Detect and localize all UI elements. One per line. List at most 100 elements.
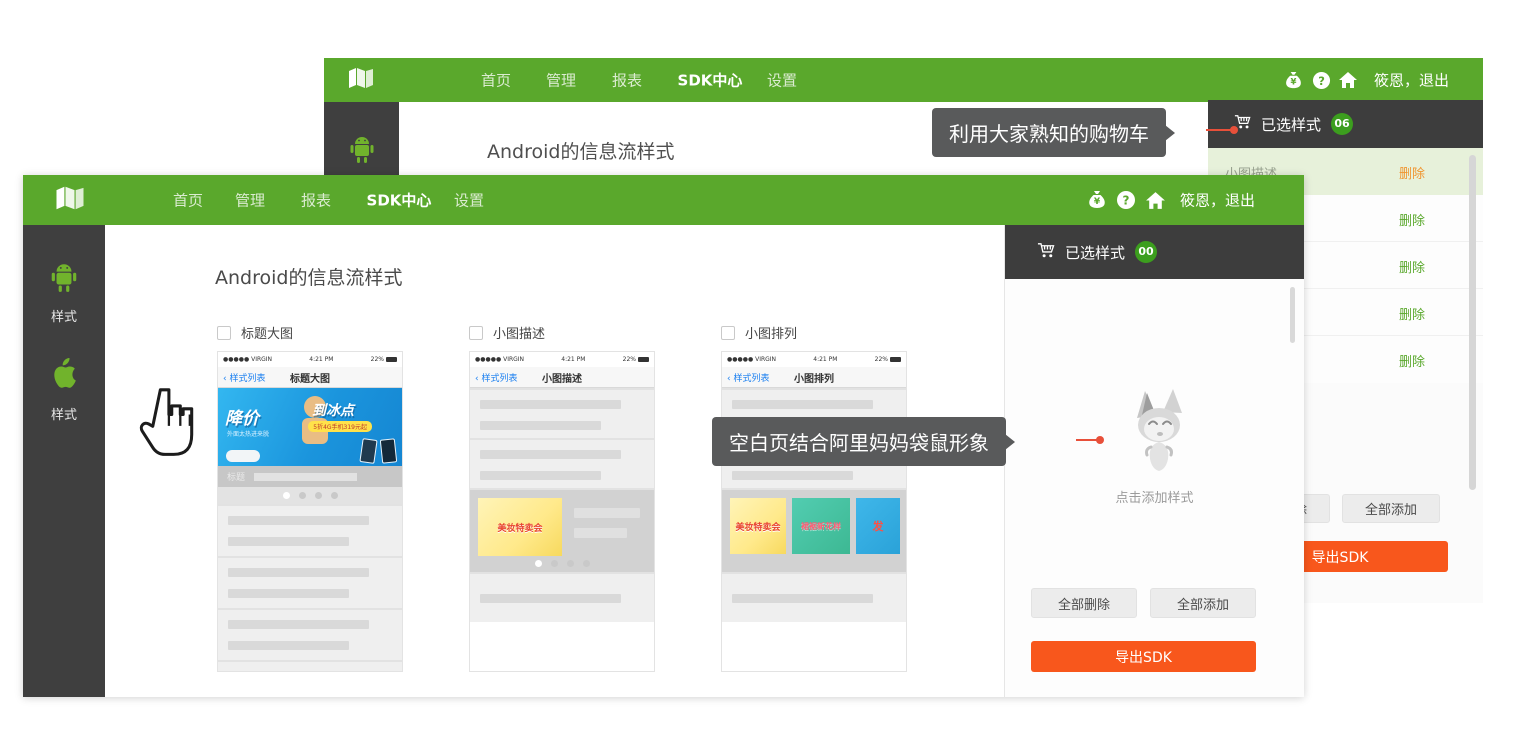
add-all-button[interactable]: 全部添加 xyxy=(1150,588,1256,618)
sidebar-item-android-styles[interactable]: 样式 xyxy=(23,261,105,325)
checkbox-smallimage-row[interactable] xyxy=(721,326,735,340)
money-bag-icon[interactable]: ¥ xyxy=(1282,69,1304,91)
app-logo-icon[interactable] xyxy=(53,185,87,216)
nav-home-tab[interactable]: 首页 xyxy=(481,70,511,91)
page-title: Android的信息流样式 xyxy=(215,263,402,290)
phone-statusbar: ●●●●● VIRGIN 4:21 PM 22% xyxy=(218,352,402,367)
dot xyxy=(283,492,290,499)
back-link[interactable]: ‹ 样式列表 xyxy=(727,371,770,384)
dot xyxy=(567,560,574,567)
placeholder-bar xyxy=(254,473,357,481)
svg-text:?: ? xyxy=(1123,194,1130,208)
placeholder-bar xyxy=(574,528,627,538)
style-checkbox-group: 小图排列 xyxy=(721,323,797,342)
feed-item-placeholder xyxy=(218,504,402,556)
empty-state: 点击添加样式 xyxy=(1005,387,1304,506)
nav-manage-tab[interactable]: 管理 xyxy=(546,70,576,91)
android-icon xyxy=(49,261,79,297)
annotation-cart-tooltip: 利用大家熟知的购物车 xyxy=(932,108,1166,157)
dot xyxy=(551,560,558,567)
back-panel-header: 已选样式 06 xyxy=(1208,100,1483,148)
banner-product xyxy=(380,438,397,463)
placeholder-bar xyxy=(228,516,369,525)
scrollbar[interactable] xyxy=(1290,287,1295,343)
promo-thumb-dress: 裙裾新花样 xyxy=(792,498,850,554)
banner-title-bar: 标题 xyxy=(218,466,402,487)
phone-navbar: ‹ 样式列表 小图描述 xyxy=(470,367,654,388)
carousel-dots xyxy=(470,560,654,567)
dot xyxy=(331,492,338,499)
phone-screen-title: 小图描述 xyxy=(542,370,582,385)
sidebar-item-ios-styles[interactable]: 样式 xyxy=(23,357,105,423)
phone-navbar: ‹ 样式列表 标题大图 xyxy=(218,367,402,388)
svg-text:¥: ¥ xyxy=(1290,77,1296,87)
feed-item-with-image: 美妆特卖会 xyxy=(470,488,654,572)
clock-text: 4:21 PM xyxy=(813,356,837,363)
phone-screen-title: 小图排列 xyxy=(794,370,834,385)
feed-item-placeholder xyxy=(470,438,654,488)
screen: 首页 管理 报表 SDK中心 设置 ¥ ? 筱恩，退出 Android的信息流样… xyxy=(0,0,1528,742)
help-icon[interactable]: ? xyxy=(1115,189,1137,211)
svg-text:?: ? xyxy=(1318,73,1325,87)
user-logout-link[interactable]: 筱恩，退出 xyxy=(1374,70,1449,91)
placeholder-bar xyxy=(228,589,349,598)
nav-report-tab[interactable]: 报表 xyxy=(301,190,331,211)
nav-settings-tab[interactable]: 设置 xyxy=(767,70,797,91)
sidebar-item-label: 样式 xyxy=(51,404,77,423)
placeholder-bar xyxy=(480,421,601,430)
phone-statusbar: ●●●●● VIRGIN 4:21 PM 22% xyxy=(470,352,654,367)
nav-home-tab[interactable]: 首页 xyxy=(173,190,203,211)
nav-sdk-tab[interactable]: SDK中心 xyxy=(678,70,743,91)
selected-count-badge: 00 xyxy=(1135,241,1157,263)
battery-percent: 22% xyxy=(371,356,384,363)
delete-all-button[interactable]: 全部删除 xyxy=(1031,588,1137,618)
chevron-left-icon: ‹ xyxy=(727,374,731,384)
phone-statusbar: ●●●●● VIRGIN 4:21 PM 22% xyxy=(722,352,906,367)
user-logout-link[interactable]: 筱恩，退出 xyxy=(1180,190,1255,211)
back-panel-title: 已选样式 xyxy=(1261,114,1321,135)
nav-report-tab[interactable]: 报表 xyxy=(612,70,642,91)
scrollbar[interactable] xyxy=(1469,155,1476,490)
delete-link[interactable]: 删除 xyxy=(1399,257,1425,276)
help-icon[interactable]: ? xyxy=(1310,69,1332,91)
banner-product xyxy=(226,450,260,462)
feed-item-image-row: 美妆特卖会 裙裾新花样 发 xyxy=(722,488,906,572)
checkbox-title-bigimage[interactable] xyxy=(217,326,231,340)
delete-link[interactable]: 删除 xyxy=(1399,210,1425,229)
back-link[interactable]: ‹ 样式列表 xyxy=(223,371,266,384)
home-icon[interactable] xyxy=(1337,69,1359,91)
checkbox-label: 小图描述 xyxy=(493,323,545,342)
front-navbar: 首页 管理 报表 SDK中心 设置 ¥ ? 筱恩，退出 xyxy=(23,175,1304,225)
money-bag-icon[interactable]: ¥ xyxy=(1086,189,1108,211)
delete-link[interactable]: 删除 xyxy=(1399,163,1425,182)
battery-percent: 22% xyxy=(875,356,888,363)
annotation-kangaroo-tooltip: 空白页结合阿里妈妈袋鼠形象 xyxy=(712,417,1006,466)
nav-sdk-tab[interactable]: SDK中心 xyxy=(367,190,432,211)
chevron-left-icon: ‹ xyxy=(475,374,479,384)
app-logo-icon[interactable] xyxy=(346,66,376,94)
clock-text: 4:21 PM xyxy=(561,356,585,363)
annotation-connector-line xyxy=(1076,439,1100,441)
add-style-hint: 点击添加样式 xyxy=(1115,487,1193,506)
promo-thumb-beauty: 美妆特卖会 xyxy=(730,498,786,554)
banner-text-right: 到冰点 xyxy=(312,400,354,420)
feed-item-placeholder xyxy=(470,572,654,622)
delete-link[interactable]: 删除 xyxy=(1399,351,1425,370)
delete-link[interactable]: 删除 xyxy=(1399,304,1425,323)
export-sdk-button[interactable]: 导出SDK xyxy=(1031,641,1256,672)
promo-banner-image: 降价 到冰点 5折4G手机319元起 外面太热进来脱 xyxy=(218,388,402,466)
home-icon[interactable] xyxy=(1144,189,1166,211)
checkbox-label: 标题大图 xyxy=(241,323,293,342)
phone-navbar: ‹ 样式列表 小图排列 xyxy=(722,367,906,388)
nav-manage-tab[interactable]: 管理 xyxy=(235,190,265,211)
checkbox-smallimage-desc[interactable] xyxy=(469,326,483,340)
style-checkbox-group: 标题大图 xyxy=(217,323,293,342)
back-link[interactable]: ‹ 样式列表 xyxy=(475,371,518,384)
phone-preview-smallimage-row: ●●●●● VIRGIN 4:21 PM 22% ‹ 样式列表 小图排列 美妆特… xyxy=(721,351,907,672)
placeholder-bar xyxy=(574,508,640,518)
nav-settings-tab[interactable]: 设置 xyxy=(454,190,484,211)
back-selected-count-badge: 06 xyxy=(1331,113,1353,135)
add-all-button[interactable]: 全部添加 xyxy=(1342,494,1440,523)
panel-header: 已选样式 00 xyxy=(1005,225,1304,279)
promo-thumb-beauty: 美妆特卖会 xyxy=(478,498,562,556)
